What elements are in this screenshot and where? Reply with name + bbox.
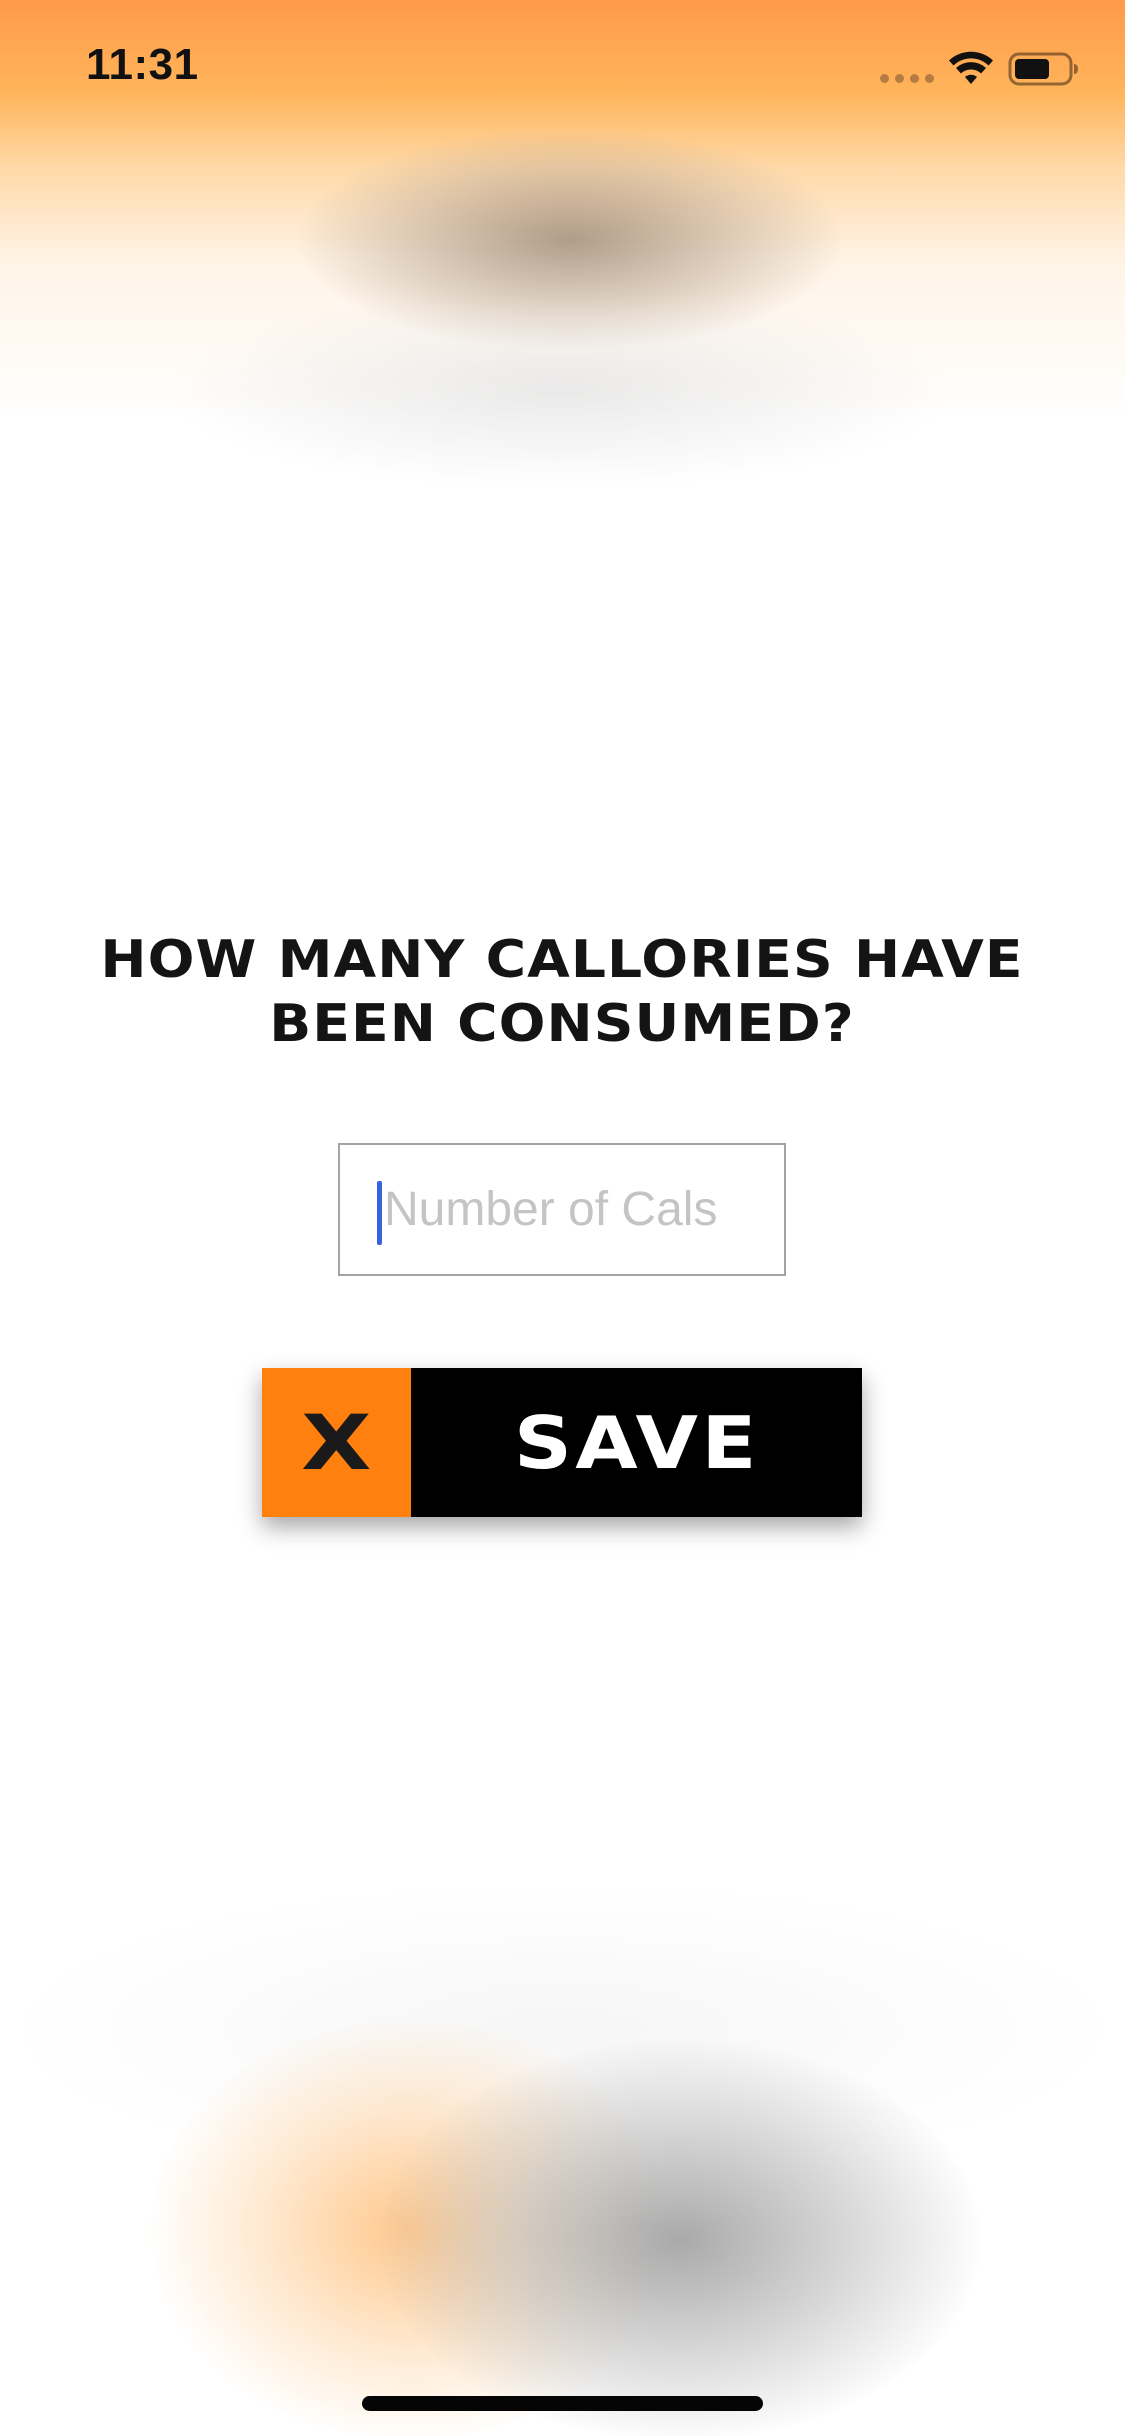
save-button[interactable]: SAVE [411,1368,862,1517]
battery-icon [1008,52,1078,86]
background-blur-top-shadow [160,290,960,490]
save-button-label: SAVE [513,1400,760,1485]
calorie-input-box[interactable] [338,1143,786,1276]
calories-question-heading: HOW MANY CALLORIES HAVE BEEN CONSUMED? [100,930,1024,1054]
home-indicator[interactable] [362,2396,763,2411]
signal-dots-icon [880,74,934,83]
action-bar: X SAVE [262,1368,862,1517]
cancel-button[interactable]: X [262,1368,411,1517]
wifi-icon [949,51,993,84]
close-icon: X [301,1398,372,1487]
status-time: 11:31 [86,40,199,89]
status-bar: 11:31 [0,0,1125,140]
text-caret [377,1181,382,1245]
background-blur-bottom-gray [380,2040,980,2436]
calorie-input[interactable] [340,1145,784,1274]
